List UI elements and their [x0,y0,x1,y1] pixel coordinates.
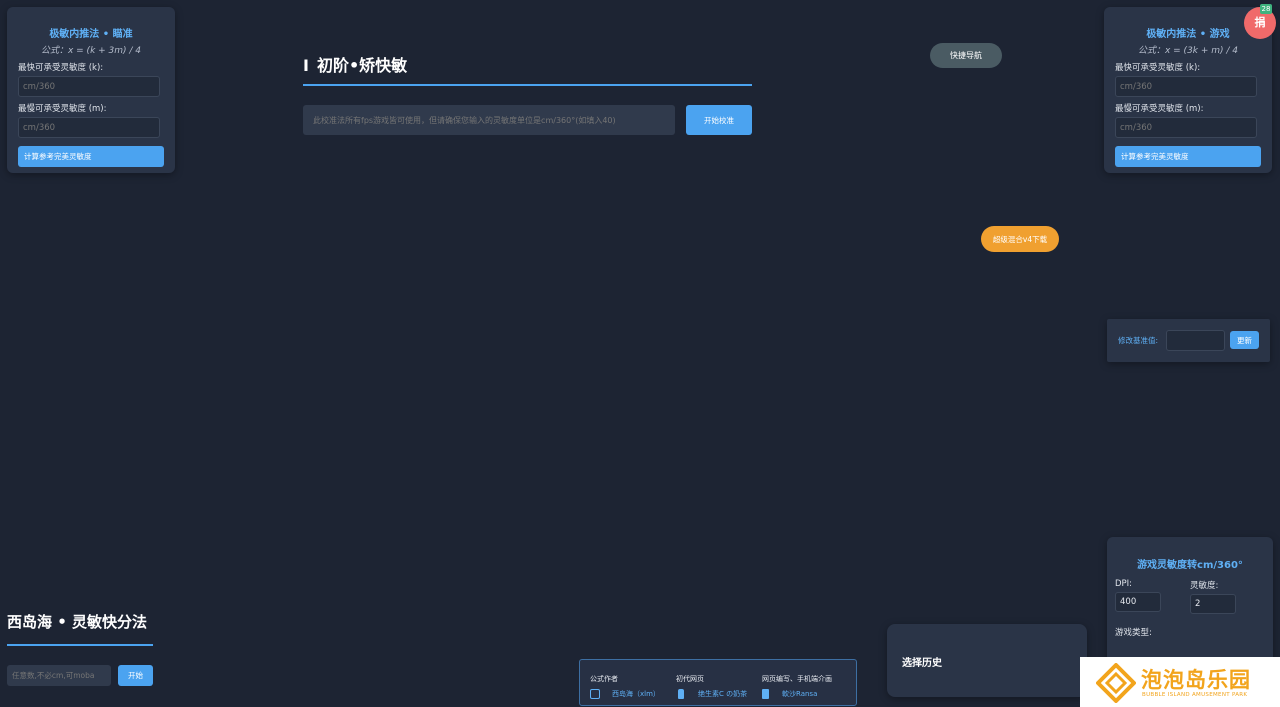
update-button[interactable]: 更新 [1230,331,1259,349]
section-numeral: I [303,56,309,75]
start-calibration-button[interactable]: 开始校准 [686,105,752,135]
donate-label: 捐 [1254,16,1266,29]
left-calc-button[interactable]: 计算参考完美灵敏度 [18,146,164,167]
phone-icon [762,689,769,699]
page-title: I 初阶•矫快敏 [303,52,407,76]
left-calc-formula: 公式：x = (k + 3m) / 4 [40,46,142,56]
history-title: 选择历史 [902,658,942,669]
game-type-label: 游戏类型: [1115,628,1152,638]
square-icon [590,689,600,699]
dpi-input[interactable] [1115,592,1161,612]
watermark-text: 泡泡岛乐园 [1141,668,1251,692]
watermark-subtext: BUBBLE ISLAND AMUSEMENT PARK [1142,692,1248,698]
sens-input[interactable] [1190,594,1236,614]
left-calculator-panel: 极敏内推法 • 瞄准 公式：x = (k + 3m) / 4 最快可承受灵敏度 … [7,7,175,173]
credit-role: 网页编写、手机端介画 [762,675,832,683]
quick-nav-button[interactable]: 快捷导航 [930,43,1002,68]
dpi-label: DPI: [1115,579,1133,589]
bottle-icon [678,689,684,699]
diamond-logo-icon [1096,663,1136,703]
left-slow-label: 最慢可承受灵敏度 (m): [18,104,107,114]
left-calc-title: 极敏内推法 • 瞄准 [49,29,133,40]
bottom-underline [7,644,153,646]
credits-box: 公式作者 西岛海（xlm） 初代网页 绝生素C の奶茶 网页编写、手机端介画 軟… [579,659,857,706]
right-calc-button[interactable]: 计算参考完美灵敏度 [1115,146,1261,167]
watermark: 泡泡岛乐园 BUBBLE ISLAND AMUSEMENT PARK [1080,657,1280,707]
converter-title: 游戏灵敏度转cm/360° [1137,560,1243,571]
baseline-label: 修改基准值: [1118,336,1159,345]
title-underline [303,84,752,86]
quick-split-input[interactable] [7,665,111,686]
sens-label: 灵敏度: [1190,581,1219,591]
left-fast-input[interactable] [18,76,160,97]
bottom-title: 西岛海 • 灵敏快分法 [7,613,148,631]
credit-name[interactable]: 绝生素C の奶茶 [698,689,747,699]
baseline-panel: 修改基准值: 更新 [1107,319,1270,362]
credit-role: 公式作者 [590,675,618,683]
history-panel[interactable]: 选择历史 [887,624,1087,697]
right-fast-label: 最快可承受灵敏度 (k): [1115,63,1201,73]
baseline-input[interactable] [1166,330,1225,351]
credit-writer: 网页编写、手机端介画 軟沙Ransa [762,674,832,699]
credit-author: 公式作者 西岛海（xlm） [590,674,660,699]
section-heading: 初阶•矫快敏 [316,56,408,75]
download-button[interactable]: 超级混合v4下载 [981,226,1059,252]
credit-name[interactable]: 西岛海（xlm） [612,689,660,699]
right-fast-input[interactable] [1115,76,1257,97]
right-calc-title: 极敏内推法 • 游戏 [1146,29,1230,40]
donate-badge: 28 [1260,4,1272,14]
right-slow-input[interactable] [1115,117,1257,138]
credit-original: 初代网页 绝生素C の奶茶 [676,674,747,699]
left-slow-input[interactable] [18,117,160,138]
sensitivity-input[interactable] [303,105,675,135]
right-calc-formula: 公式：x = (3k + m) / 4 [1137,46,1239,56]
right-slow-label: 最慢可承受灵敏度 (m): [1115,104,1204,114]
left-fast-label: 最快可承受灵敏度 (k): [18,63,104,73]
credit-name[interactable]: 軟沙Ransa [782,689,817,699]
credit-role: 初代网页 [676,675,704,683]
quick-split-start-button[interactable]: 开始 [118,665,153,686]
